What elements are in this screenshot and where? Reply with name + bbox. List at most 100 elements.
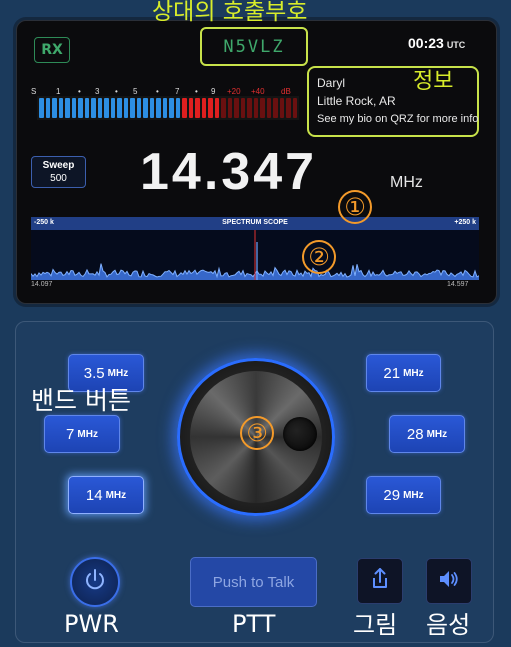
smeter-segment <box>162 98 167 118</box>
smeter-segment <box>136 98 141 118</box>
power-button[interactable] <box>70 557 120 607</box>
tuning-knob-dimple[interactable] <box>283 417 317 451</box>
smeter-segment <box>52 98 57 118</box>
pwr-annotation: PWR <box>64 610 119 638</box>
clock-time: 00:23 <box>408 35 444 51</box>
spectrum-scope[interactable] <box>30 230 480 280</box>
power-icon <box>82 567 108 597</box>
band-number: 29 <box>383 486 401 504</box>
smeter-segment <box>175 98 180 118</box>
band-unit: MHz <box>105 489 127 501</box>
smeter-scale-label: • <box>195 87 198 96</box>
smeter-segment <box>214 98 219 118</box>
band-number: 14 <box>85 486 103 504</box>
smeter-segment <box>292 98 297 118</box>
band-button-21[interactable]: 21 MHz <box>366 354 441 392</box>
smeter-segment <box>78 98 83 118</box>
callsign-display: N5VLZ <box>200 27 308 66</box>
smeter-scale-label: 7 <box>175 87 180 96</box>
spectrum-header: -250 k SPECTRUM SCOPE +250 k <box>31 217 479 230</box>
smeter-segment <box>110 98 115 118</box>
sweep-value: 500 <box>50 173 67 184</box>
smeter-segment <box>286 98 291 118</box>
band-unit: MHz <box>403 489 424 501</box>
band-unit: MHz <box>403 367 424 379</box>
band-annotation: 밴드 버튼 <box>31 386 131 415</box>
audio-annotation: 음성 <box>426 611 471 639</box>
smeter-segment <box>273 98 278 118</box>
smeter-segment <box>91 98 96 118</box>
smeter-segment <box>208 98 213 118</box>
frequency-readout: 14.347 <box>140 143 318 201</box>
spectrum-high-freq: 14.597 <box>447 281 469 288</box>
spectrum-title: SPECTRUM SCOPE <box>222 219 288 226</box>
smeter-segment <box>188 98 193 118</box>
band-unit: MHz <box>426 428 448 440</box>
smeter-scale-label: • <box>115 87 118 96</box>
smeter-scale-label: dB <box>281 87 291 96</box>
frequency-unit: MHz <box>390 174 423 191</box>
s-meter <box>37 96 299 120</box>
smeter-segment <box>247 98 252 118</box>
smeter-scale-label: 5 <box>133 87 138 96</box>
smeter-segment <box>123 98 128 118</box>
sweep-button[interactable]: Sweep 500 <box>31 156 86 188</box>
smeter-segment <box>279 98 284 118</box>
band-button-14[interactable]: 14 MHz <box>68 476 144 514</box>
utc-clock: 00:23 UTC <box>408 35 465 51</box>
band-number: 21 <box>383 364 401 382</box>
speaker-icon <box>435 565 463 597</box>
share-button[interactable] <box>357 558 403 604</box>
band-button-28[interactable]: 28 MHz <box>389 415 465 453</box>
band-number: 3.5 <box>83 364 105 382</box>
smeter-segment <box>143 98 148 118</box>
smeter-segment <box>71 98 76 118</box>
smeter-segment <box>227 98 232 118</box>
smeter-segment <box>39 98 44 118</box>
sweep-label: Sweep <box>42 160 75 171</box>
smeter-segment <box>84 98 89 118</box>
smeter-scale-label: S <box>31 87 37 96</box>
smeter-segment <box>234 98 239 118</box>
info-annotation: 정보 <box>413 69 454 94</box>
smeter-segment <box>117 98 122 118</box>
spectrum-low-freq: 14.097 <box>31 281 53 288</box>
push-to-talk-button[interactable]: Push to Talk <box>190 557 317 607</box>
smeter-segment <box>104 98 109 118</box>
band-button-29[interactable]: 29 MHz <box>366 476 441 514</box>
ptt-annotation: PTT <box>232 610 276 638</box>
smeter-segment <box>240 98 245 118</box>
band-number: 28 <box>406 425 424 443</box>
smeter-segment <box>45 98 50 118</box>
smeter-segment <box>221 98 226 118</box>
smeter-scale-label: +20 <box>227 87 241 96</box>
band-unit: MHz <box>107 367 129 379</box>
station-bio-link[interactable]: See my bio on QRZ for more info <box>317 110 478 128</box>
smeter-scale-label: 3 <box>95 87 100 96</box>
share-annotation: 그림 <box>353 611 398 639</box>
smeter-scale-label: +40 <box>251 87 265 96</box>
share-icon <box>366 565 394 597</box>
rx-indicator[interactable]: RX <box>34 37 70 63</box>
spectrum-trace <box>30 230 480 280</box>
smeter-segment <box>195 98 200 118</box>
smeter-segment <box>201 98 206 118</box>
band-number: 7 <box>66 425 75 443</box>
smeter-scale-label: • <box>156 87 159 96</box>
smeter-segment <box>266 98 271 118</box>
audio-button[interactable] <box>426 558 472 604</box>
smeter-scale-label: • <box>78 87 81 96</box>
smeter-segment <box>130 98 135 118</box>
smeter-segment <box>253 98 258 118</box>
clock-zone: UTC <box>446 40 466 50</box>
annotation-marker-1: ① <box>338 190 372 224</box>
smeter-segment <box>169 98 174 118</box>
smeter-scale-label: 9 <box>211 87 216 96</box>
smeter-segment <box>65 98 70 118</box>
smeter-segment <box>156 98 161 118</box>
band-button-7[interactable]: 7 MHz <box>44 415 120 453</box>
spectrum-right-label: +250 k <box>454 219 476 226</box>
smeter-segment <box>260 98 265 118</box>
annotation-marker-3: ③ <box>240 416 274 450</box>
callsign-annotation: 상대의 호출부호 <box>152 0 308 25</box>
